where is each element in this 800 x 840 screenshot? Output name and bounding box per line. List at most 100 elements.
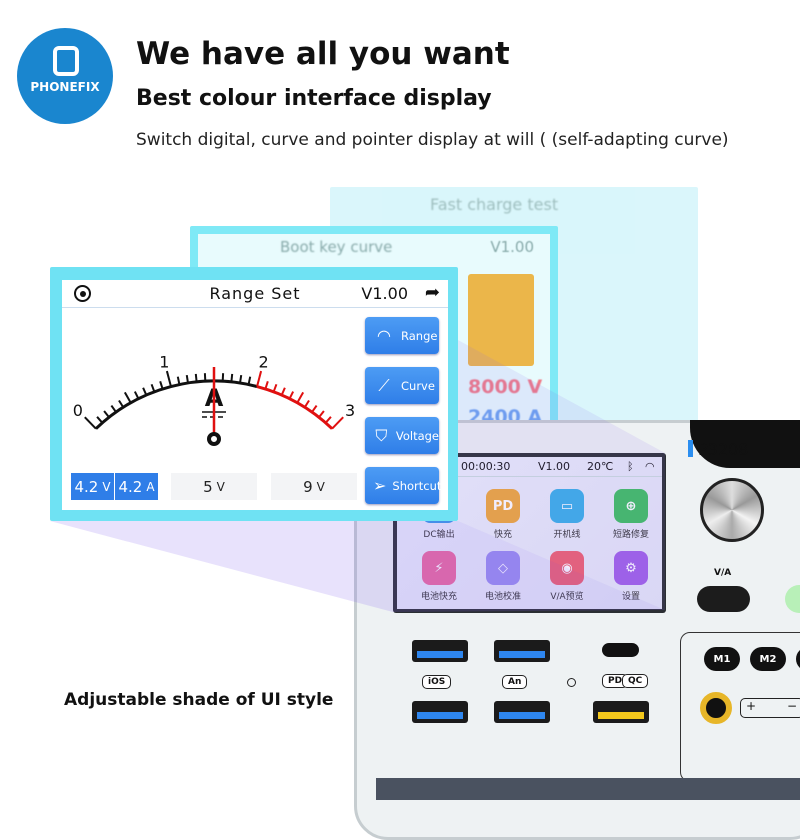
gauge-icon: ◜◝ — [373, 326, 395, 345]
app-label: 开机线 — [553, 530, 580, 540]
preset-value: 9 — [303, 478, 313, 496]
app-icon: ▭ — [550, 489, 584, 523]
preset-0[interactable]: 4.2 V — [71, 473, 114, 500]
analog-gauge: 0123A — [62, 308, 362, 473]
button-label: Shortcut — [392, 479, 441, 493]
button-label: Range — [401, 329, 437, 343]
app-2[interactable]: ▭ 开机线 — [531, 489, 603, 540]
app-icon: ⚡ — [422, 551, 456, 585]
model-label: P3208 — [698, 440, 748, 459]
m1-button[interactable]: M1 — [704, 647, 740, 671]
app-label: 电池校准 — [485, 592, 521, 602]
m2-button[interactable]: M2 — [750, 647, 786, 671]
gauge-tick — [312, 406, 317, 413]
shield-v-icon: ⛉ — [373, 426, 390, 446]
button-voltage[interactable]: ⛉ Voltage — [365, 417, 439, 454]
gauge-tick — [167, 371, 171, 386]
button-range[interactable]: ◜◝ Range — [365, 317, 439, 354]
app-1[interactable]: PD快充 — [467, 489, 539, 540]
app-5[interactable]: ◇电池校准 — [467, 551, 539, 602]
screen-header: Range Set V1.00 ➦ — [62, 280, 448, 308]
curve-chart-icon: ⟋ — [373, 376, 395, 396]
gauge-tick-label: 3 — [345, 401, 355, 420]
panel-title: Fast charge test — [430, 195, 558, 214]
gauge-red-zone-arc — [257, 387, 332, 429]
gauge-tick — [257, 371, 261, 386]
preset-3[interactable]: 9V — [271, 473, 357, 500]
terminal-polarity: + − — [740, 698, 800, 718]
phonefix-logo: PHONEFIX — [17, 28, 113, 124]
logo-text: PHONEFIX — [17, 80, 113, 94]
app-icon: PD — [486, 489, 520, 523]
gauge-tick — [119, 400, 123, 407]
gauge-tick — [135, 392, 139, 399]
gauge-tick — [274, 384, 277, 391]
usb-a-port-ios-top[interactable] — [412, 640, 468, 662]
gauge-tick-label: 1 — [159, 352, 169, 371]
needle-pivot — [209, 434, 219, 444]
banana-jack[interactable] — [700, 692, 732, 724]
gauge-tick — [187, 375, 188, 383]
caption: Adjustable shade of UI style — [64, 690, 333, 710]
gauge-scale-arc — [96, 381, 257, 429]
qc-label: QC — [622, 674, 648, 688]
ios-port-label: iOS — [422, 675, 451, 689]
app-4[interactable]: ⚡ 电池快充 — [403, 551, 475, 602]
app-label: 短路修复 — [613, 530, 649, 540]
usb-a-port-android-bottom[interactable] — [494, 701, 550, 723]
app-label: 设置 — [622, 592, 640, 602]
gauge-tick — [290, 392, 294, 399]
gauge-tick — [319, 411, 324, 417]
wifi-icon: ◠ — [645, 460, 655, 473]
minus-sign: − — [787, 699, 797, 713]
app-3[interactable]: ⊕短路修复 — [595, 489, 667, 540]
preset-unit: V — [217, 480, 225, 494]
preset-unit: A — [146, 480, 154, 494]
preset-1[interactable]: 4.2 A — [115, 473, 158, 500]
gauge-tick — [282, 388, 285, 395]
phone-wrench-icon — [53, 46, 79, 76]
va-button[interactable] — [697, 586, 750, 612]
timer: 00:00:30 — [461, 460, 510, 473]
voltage-readout: 8000 V — [468, 376, 542, 398]
gauge-tick-label: 0 — [73, 401, 83, 420]
preset-2[interactable]: 5V — [171, 473, 257, 500]
gauge-tick — [297, 392, 303, 402]
android-port-label: An — [502, 675, 527, 689]
headline: We have all you want — [136, 36, 510, 72]
gauge-tick — [160, 381, 162, 389]
preset-value: 4.2 — [74, 478, 98, 496]
paper-plane-icon: ➢ — [373, 476, 386, 495]
preset-unit: V — [102, 480, 110, 494]
button-label: Voltage — [396, 429, 439, 443]
usb-c-port[interactable] — [602, 643, 639, 657]
button-label: Curve — [401, 379, 435, 393]
power-button — [468, 274, 534, 366]
version: V1.00 — [538, 460, 570, 473]
gauge-tick — [104, 411, 109, 417]
app-label: V/A预览 — [550, 592, 583, 602]
device-stand — [376, 778, 800, 800]
gauge-tick — [240, 375, 241, 383]
gauge-tick — [196, 374, 197, 382]
bluetooth-icon: ᛒ — [627, 460, 634, 473]
usb-a-port-fast-charge[interactable] — [593, 701, 649, 723]
gauge-tick — [265, 381, 267, 389]
app-6[interactable]: ◉V/A预览 — [531, 551, 603, 602]
preset-value: 4.2 — [118, 478, 142, 496]
preset-value: 5 — [203, 478, 213, 496]
gauge-tick — [231, 374, 232, 382]
app-label: 电池快充 — [421, 592, 457, 602]
gauge-tick — [326, 417, 331, 423]
app-7[interactable]: ⚙设置 — [595, 551, 667, 602]
adjust-knob[interactable] — [700, 478, 764, 542]
plus-sign: + — [746, 699, 756, 713]
model-accent — [688, 440, 693, 457]
button-curve[interactable]: ⟋ Curve — [365, 367, 439, 404]
usb-a-port-android-top[interactable] — [494, 640, 550, 662]
gauge-tick-label: 2 — [259, 352, 269, 371]
button-shortcut[interactable]: ➢ Shortcut — [365, 467, 439, 504]
forward-arrow-icon[interactable]: ➦ — [425, 282, 440, 303]
usb-a-port-ios-bottom[interactable] — [412, 701, 468, 723]
description: Switch digital, curve and pointer displa… — [136, 130, 729, 150]
